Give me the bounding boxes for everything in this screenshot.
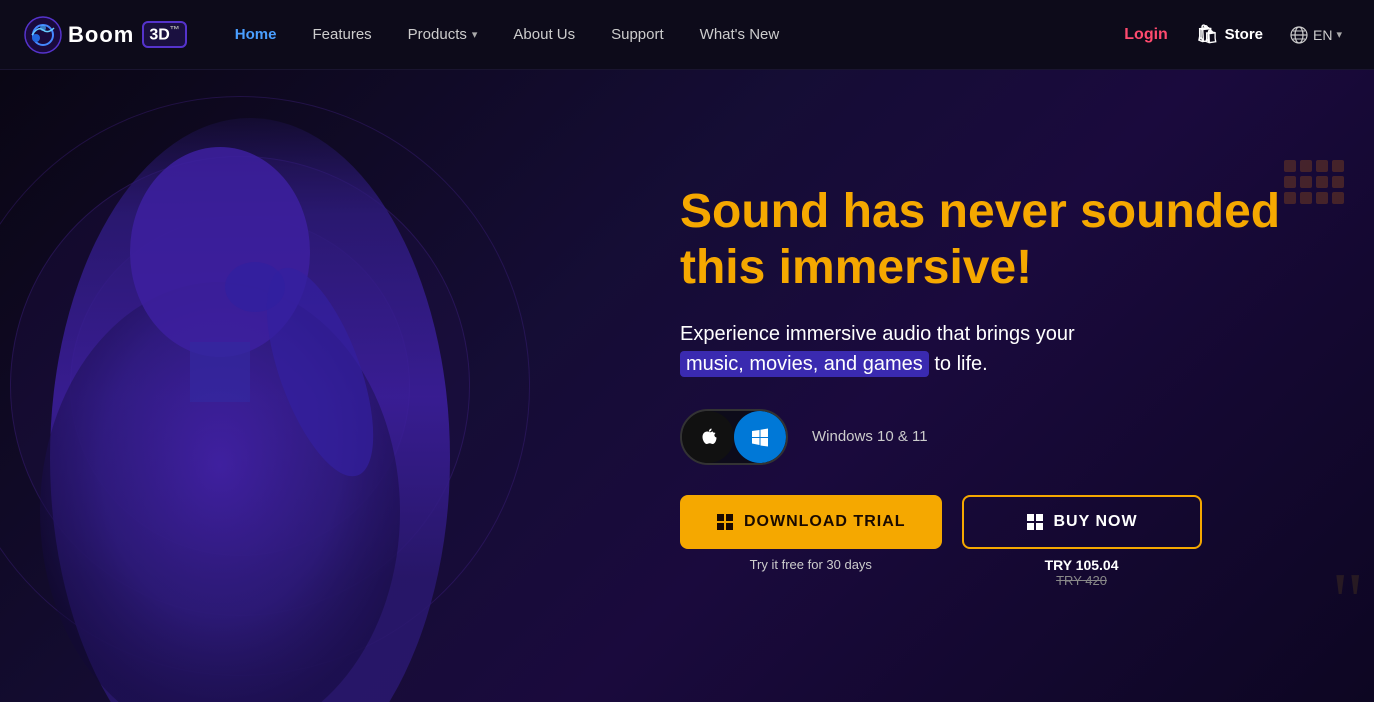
nav-features[interactable]: Features	[294, 0, 389, 70]
person-svg	[0, 92, 460, 702]
subtitle-highlight: music, movies, and games	[680, 351, 929, 377]
platform-label: Windows 10 & 11	[812, 428, 928, 445]
nav-links: Home Features Products ▾ About Us Suppor…	[217, 0, 1114, 70]
cta-row: DOWNLOAD TRIAL Try it free for 30 days B…	[680, 495, 1330, 588]
nav-right: Login 🛍 Store EN ▾	[1114, 24, 1350, 45]
hero-title: Sound has never sounded this immersive!	[680, 184, 1330, 294]
globe-icon	[1289, 25, 1309, 45]
platform-row: Windows 10 & 11	[680, 409, 1330, 465]
brand-suffix: 3D™	[142, 21, 186, 48]
brand-name: Boom	[68, 22, 134, 48]
buy-group: BUY NOW TRY 105.04 TRY 420	[962, 495, 1202, 588]
subtitle-after: to life.	[934, 353, 987, 375]
nav-support[interactable]: Support	[593, 0, 682, 70]
download-group: DOWNLOAD TRIAL Try it free for 30 days	[680, 495, 942, 572]
price-original: TRY 420	[1045, 573, 1119, 588]
windows-platform-icon	[749, 426, 771, 448]
nav-about[interactable]: About Us	[495, 0, 593, 70]
deco-cell	[1332, 176, 1344, 188]
deco-cell	[1332, 160, 1344, 172]
lang-label: EN	[1313, 27, 1332, 43]
deco-cell	[1284, 160, 1296, 172]
hero-content: Sound has never sounded this immersive! …	[680, 184, 1330, 587]
download-windows-icon	[716, 513, 734, 531]
nav-products[interactable]: Products ▾	[390, 0, 496, 70]
trial-text: Try it free for 30 days	[750, 557, 872, 572]
apple-icon	[697, 426, 719, 448]
deco-cell	[1316, 160, 1328, 172]
store-button[interactable]: 🛍 Store	[1186, 24, 1273, 45]
person-image	[0, 82, 500, 702]
hero-subtitle: Experience immersive audio that brings y…	[680, 319, 1330, 379]
deco-cell	[1332, 192, 1344, 204]
language-selector[interactable]: EN ▾	[1281, 25, 1350, 45]
subtitle-before: Experience immersive audio that brings y…	[680, 323, 1075, 345]
buy-windows-icon	[1026, 513, 1044, 531]
lang-chevron: ▾	[1336, 28, 1342, 41]
windows-platform-button[interactable]	[734, 411, 786, 463]
navbar: Boom 3D™ Home Features Products ▾ About …	[0, 0, 1374, 70]
buy-now-button[interactable]: BUY NOW	[962, 495, 1202, 549]
login-button[interactable]: Login	[1114, 26, 1178, 44]
price-area: TRY 105.04 TRY 420	[1045, 557, 1119, 588]
deco-cell	[1300, 160, 1312, 172]
price-current: TRY 105.04	[1045, 557, 1119, 573]
nav-home[interactable]: Home	[217, 0, 295, 70]
products-dropdown-icon: ▾	[472, 28, 478, 41]
apple-platform-button[interactable]	[682, 411, 734, 463]
deco-quotes: "	[1331, 562, 1364, 642]
logo[interactable]: Boom 3D™	[24, 16, 187, 54]
download-trial-button[interactable]: DOWNLOAD TRIAL	[680, 495, 942, 549]
store-icon: 🛍	[1196, 24, 1219, 45]
platform-toggle	[680, 409, 788, 465]
nav-whats-new[interactable]: What's New	[682, 0, 798, 70]
hero-section: " Sound has never sounded this immersive…	[0, 70, 1374, 702]
